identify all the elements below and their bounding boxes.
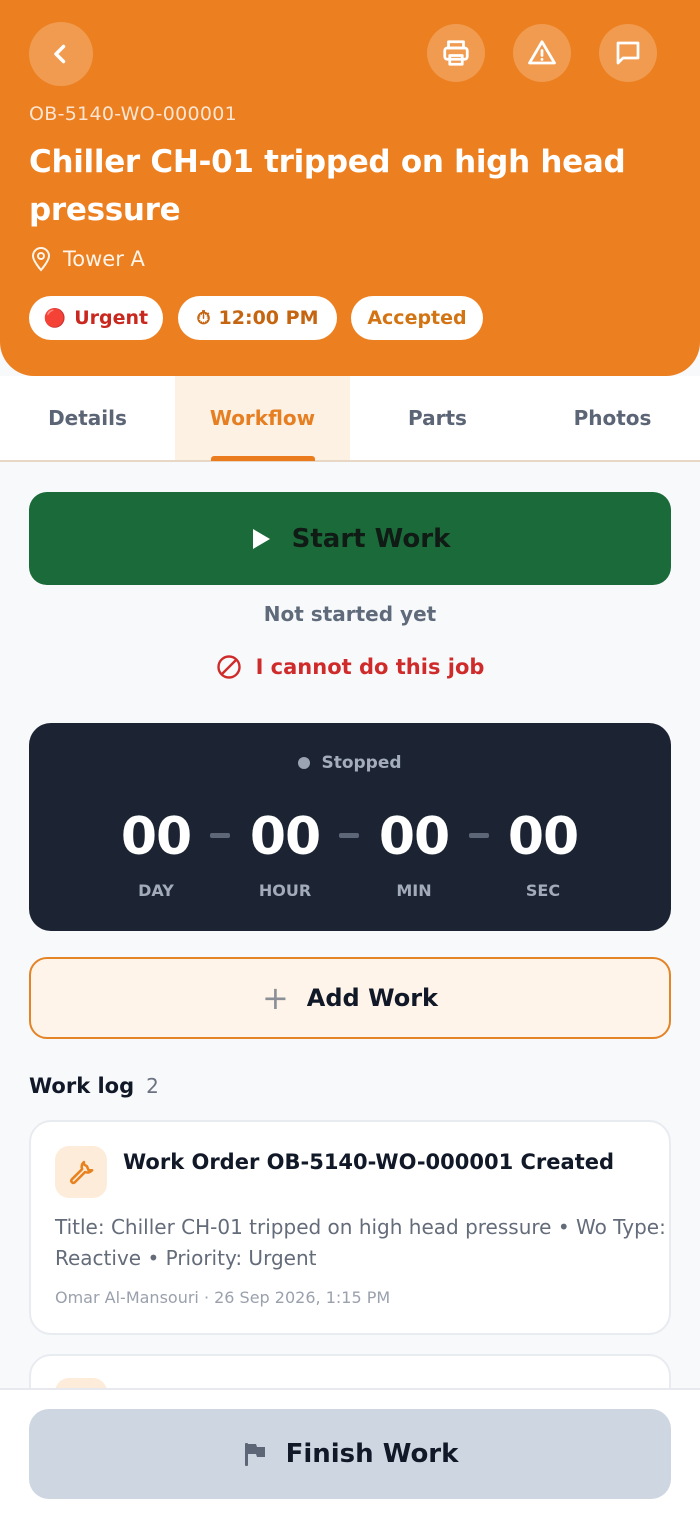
timer-day: 00 DAY [111,805,201,900]
back-button[interactable] [29,22,93,86]
chevron-left-icon [54,44,66,64]
print-button[interactable] [427,24,485,82]
printer-icon [443,40,469,66]
work-order-header: OB-5140-WO-000001 Chiller CH-01 tripped … [0,0,700,376]
work-order-code: OB-5140-WO-000001 [29,103,238,125]
start-work-label: Start Work [291,523,451,554]
timer-min: 00 MIN [369,805,459,900]
warning-triangle-icon [528,40,556,65]
comments-button[interactable] [599,24,657,82]
chat-bubble-icon [616,41,640,65]
cannot-do-job-button[interactable]: I cannot do this job [0,654,700,680]
report-issue-button[interactable] [513,24,571,82]
status-badge: Accepted [351,296,483,340]
timer-sec-label: SEC [525,881,561,900]
stopwatch-icon: ⏱ [196,307,211,329]
timer-sec: 00 SEC [498,805,588,900]
timer-sec-value: 00 [507,807,579,867]
timer-separator [339,833,359,838]
time-label: 12:00 PM [218,307,319,329]
finish-work-button[interactable]: Finish Work [29,1409,671,1499]
log-entry-title: Work Order OB-5140-WO-000001 Created [123,1150,615,1174]
bottom-action-bar: Finish Work [0,1388,700,1515]
location: Tower A [29,246,145,272]
prohibited-icon [216,655,241,679]
play-icon [252,528,270,549]
timer-separator [469,833,489,838]
timer-separator [210,833,230,838]
timer-hour-label: HOUR [258,881,312,900]
timer-status: Stopped [29,753,671,773]
tab-bar: Details Workflow Parts Photos [0,376,700,462]
timer-day-value: 00 [120,807,192,867]
timer-min-value: 00 [378,807,450,867]
status-label: Accepted [367,307,467,329]
timer-hour-value: 00 [249,807,321,867]
work-state-text: Not started yet [263,602,437,626]
time-badge: ⏱ 12:00 PM [178,296,337,340]
tab-details[interactable]: Details [0,376,175,460]
red-circle-icon: 🔴 [43,307,67,329]
priority-label: Urgent [74,307,149,329]
work-log-entry[interactable]: Work Order OB-5140-WO-000001 Created Tit… [29,1120,671,1335]
work-log-count: 2 [146,1074,159,1098]
location-label: Tower A [63,247,145,271]
add-work-button[interactable]: + Add Work [29,957,671,1039]
flag-icon [244,1443,265,1466]
wrench-icon [55,1146,107,1198]
status-dot-icon [298,757,311,769]
work-log-header: Work log 2 [29,1074,159,1098]
map-pin-icon [31,247,51,272]
work-timer: Stopped 00 DAY 00 HOUR 00 MIN 00 SEC [29,723,671,931]
tab-workflow[interactable]: Workflow [175,376,350,461]
timer-hour: 00 HOUR [240,805,330,900]
work-log-title: Work log [29,1074,135,1098]
timer-day-label: DAY [138,881,174,900]
add-work-label: Add Work [306,984,438,1012]
priority-badge: 🔴 Urgent [29,296,163,340]
cannot-do-job-label: I cannot do this job [255,655,485,679]
plus-icon: + [261,979,289,1017]
tab-photos[interactable]: Photos [525,376,700,460]
timer-status-label: Stopped [321,753,402,773]
page-title: Chiller CH-01 tripped on high head press… [29,144,626,228]
timer-min-label: MIN [396,881,432,900]
log-entry-meta: Omar Al-Mansouri · 26 Sep 2026, 1:15 PM [55,1288,391,1307]
log-entry-description: Title: Chiller CH-01 tripped on high hea… [55,1215,666,1270]
tab-parts[interactable]: Parts [350,376,525,460]
finish-work-label: Finish Work [285,1439,459,1469]
start-work-button[interactable]: Start Work [29,492,671,585]
